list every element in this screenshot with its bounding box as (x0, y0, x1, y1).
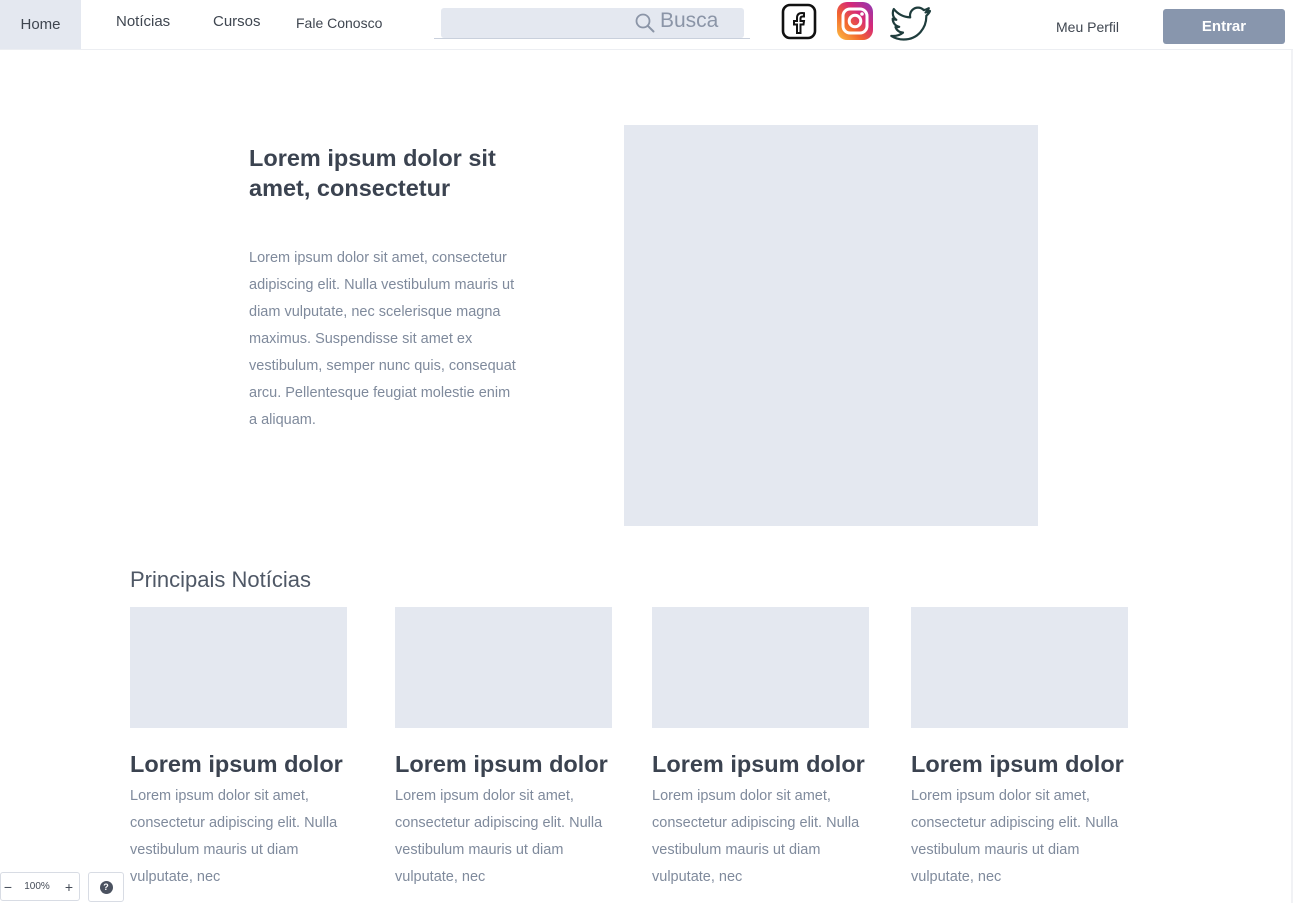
nav-noticias[interactable]: Notícias (116, 13, 170, 30)
news-card-text: Lorem ipsum dolor sit amet, consectetur … (130, 788, 338, 885)
facebook-icon[interactable] (781, 3, 817, 40)
help-button[interactable]: ? (88, 872, 124, 902)
news-card-title[interactable]: Lorem ipsum dolor (911, 749, 1128, 779)
news-card-title[interactable]: Lorem ipsum dolor (652, 749, 869, 779)
search-underline (434, 38, 750, 39)
zoom-out-button[interactable]: − (1, 879, 15, 895)
news-card-text: Lorem ipsum dolor sit amet, consectetur … (911, 788, 1119, 885)
zoom-control: − 100% + (0, 872, 80, 901)
hero-image-placeholder (624, 125, 1038, 526)
news-card[interactable]: Lorem ipsum dolor Lorem ipsum dolor sit … (395, 607, 612, 891)
news-card[interactable]: Lorem ipsum dolor Lorem ipsum dolor sit … (652, 607, 869, 891)
top-navbar: Home Notícias Cursos Fale Conosco Busca … (0, 0, 1293, 50)
search-icon (635, 13, 655, 33)
twitter-icon[interactable] (890, 4, 932, 42)
zoom-in-button[interactable]: + (59, 879, 79, 895)
news-card-title[interactable]: Lorem ipsum dolor (395, 749, 612, 779)
news-card[interactable]: Lorem ipsum dolor Lorem ipsum dolor sit … (911, 607, 1128, 891)
hero-title: Lorem ipsum dolor sit amet, consectetur (249, 145, 496, 201)
news-card-image[interactable] (395, 607, 612, 728)
news-card-title[interactable]: Lorem ipsum dolor (130, 749, 347, 779)
zoom-level: 100% (24, 881, 50, 892)
instagram-icon[interactable] (836, 1, 874, 41)
nav-fale-conosco[interactable]: Fale Conosco (296, 15, 382, 31)
search-placeholder: Busca (660, 9, 719, 32)
news-card-image[interactable] (130, 607, 347, 728)
news-card-text: Lorem ipsum dolor sit amet, consectetur … (652, 788, 860, 885)
profile-link[interactable]: Meu Perfil (1056, 19, 1119, 35)
nav-home[interactable]: Home (0, 0, 81, 49)
news-card[interactable]: Lorem ipsum dolor Lorem ipsum dolor sit … (130, 607, 347, 891)
nav-cursos[interactable]: Cursos (213, 13, 261, 30)
news-card-image[interactable] (911, 607, 1128, 728)
news-card-text: Lorem ipsum dolor sit amet, consectetur … (395, 788, 603, 885)
login-button[interactable]: Entrar (1163, 9, 1285, 44)
hero-text: Lorem ipsum dolor sit amet, consectetur … (249, 250, 516, 428)
help-icon: ? (99, 880, 113, 894)
news-card-image[interactable] (652, 607, 869, 728)
news-section-title: Principais Notícias (130, 567, 311, 592)
